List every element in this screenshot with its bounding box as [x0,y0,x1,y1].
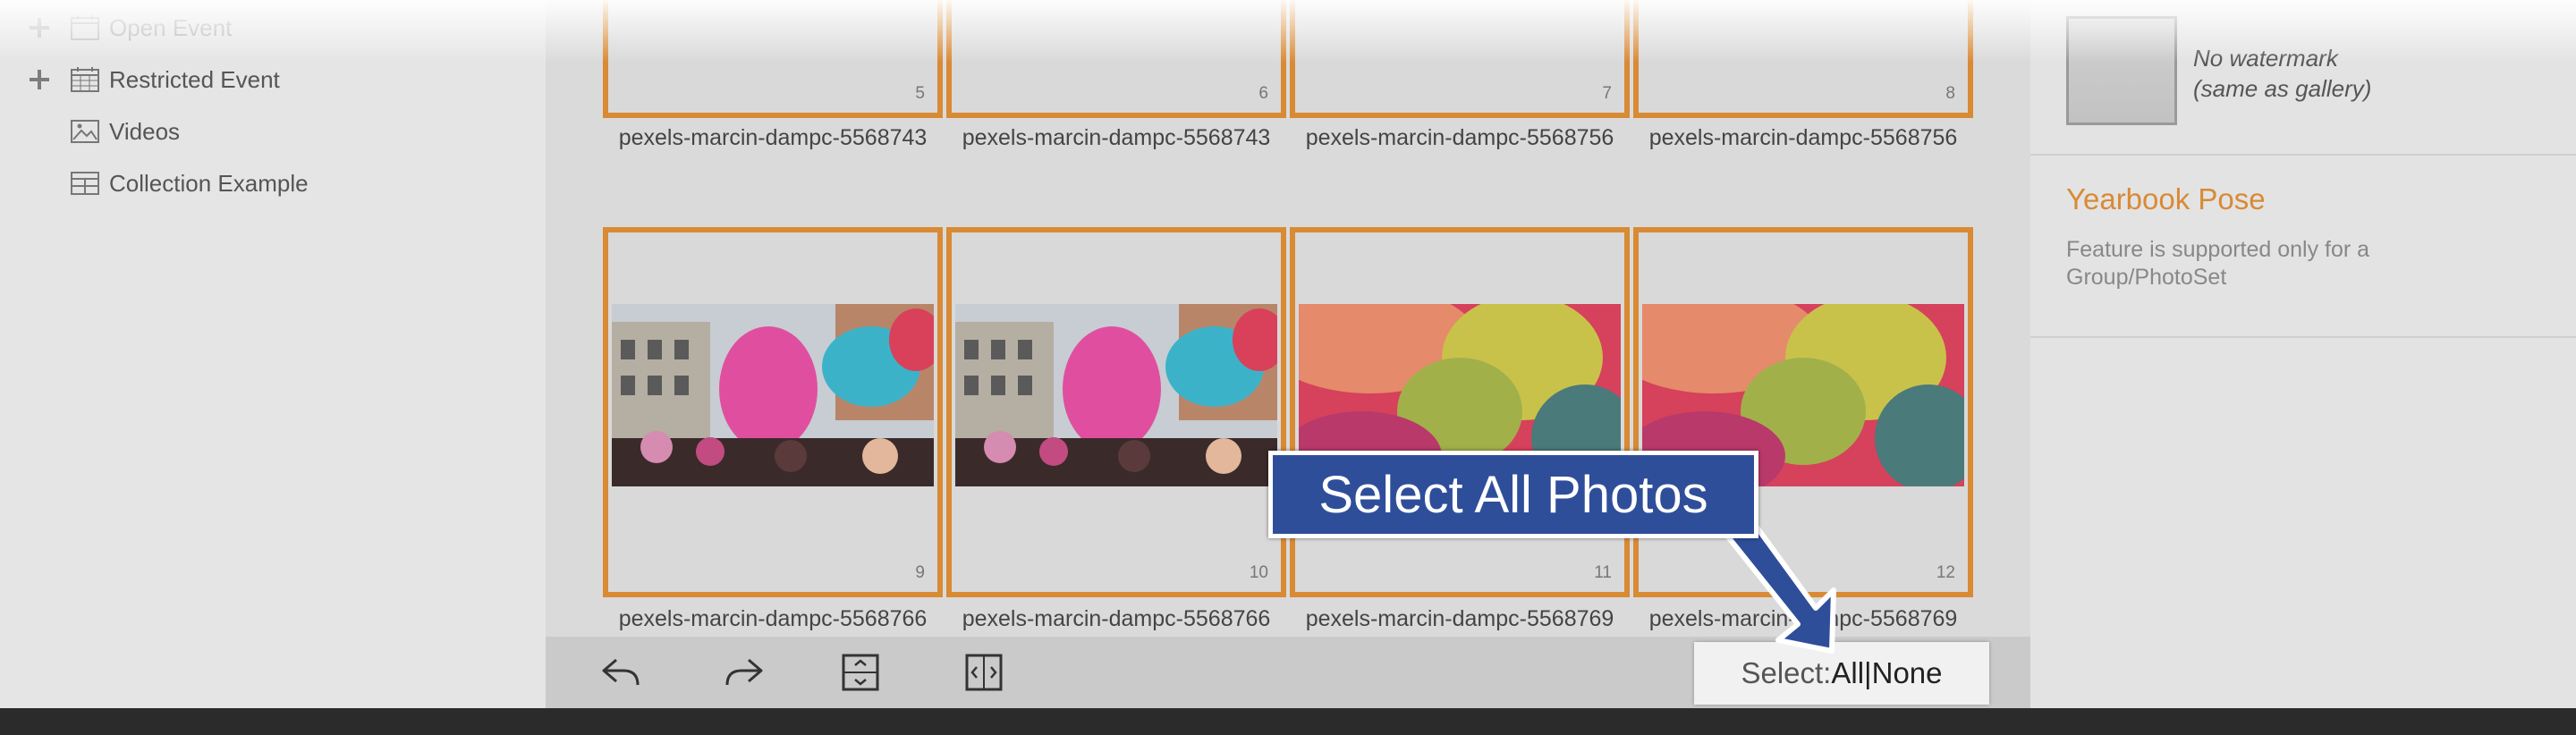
photo-number: 8 [1945,84,1955,103]
photo-tile[interactable]: 11 [1290,227,1630,597]
photo-caption: pexels-marcin-dampc-5568769 [1648,606,1958,631]
undo-button[interactable] [599,653,642,692]
photo-gallery: 5 6 7 8 pexels-marcin-dampc-5568743 pexe… [546,0,2030,637]
calendar-icon [71,67,99,92]
photo-caption: pexels-marcin-dampc-5568756 [1648,125,1958,150]
select-all-photos-callout: Select All Photos [1268,451,1758,538]
fit-horizontal-button[interactable] [962,653,1005,692]
fit-vertical-icon [842,654,879,691]
photo-caption: pexels-marcin-dampc-5568766 [962,606,1271,631]
watermark-description: No watermark (same as gallery) [2193,43,2371,104]
photo-caption: pexels-marcin-dampc-5568743 [618,125,928,150]
photo-tile[interactable]: 9 [603,227,943,597]
photo-caption: pexels-marcin-dampc-5568769 [1305,606,1614,631]
image-icon [71,120,99,143]
plus-icon[interactable] [27,67,52,92]
select-all-link[interactable]: All [1831,656,1864,690]
yearbook-pose-text: Feature is supported only for a Group/Ph… [2066,237,2370,290]
sidebar-item-label: Open Event [109,13,233,41]
footer-bar [0,708,2576,735]
photo-thumbnail [612,304,934,486]
watermark-line-1: No watermark [2193,45,2338,72]
sidebar-item-videos[interactable]: Videos [27,111,180,152]
watermark-thumbnail[interactable] [2066,16,2177,125]
photo-caption: pexels-marcin-dampc-5568743 [962,125,1271,150]
fit-vertical-button[interactable] [839,653,882,692]
sidebar-item-restricted-event[interactable]: Restricted Event [27,59,280,100]
sidebar-item-open-event[interactable]: Open Event [27,7,232,48]
photo-number: 9 [915,563,925,582]
select-separator: | [1864,656,1872,689]
photo-thumbnail [955,304,1277,486]
sidebar: Open Event Restricted Event Videos Colle… [0,0,546,708]
redo-icon [725,658,763,686]
photo-tile[interactable]: 10 [946,227,1286,597]
redo-button[interactable] [723,653,766,692]
panel-divider [2030,154,2576,156]
photo-tile[interactable]: 7 [1290,0,1630,118]
photo-tile[interactable]: 6 [946,0,1286,118]
yearbook-pose-title: Yearbook Pose [2066,182,2266,215]
panel-divider [2030,336,2576,338]
photo-caption: pexels-marcin-dampc-5568766 [618,606,928,631]
watermark-line-2: (same as gallery) [2193,75,2372,102]
photo-caption: pexels-marcin-dampc-5568756 [1305,125,1614,150]
photo-number: 11 [1594,563,1612,582]
photo-tile[interactable]: 8 [1633,0,1973,118]
sidebar-item-collection-example[interactable]: Collection Example [27,163,309,204]
plus-icon[interactable] [27,15,52,40]
photo-number: 6 [1258,84,1268,103]
select-none-link[interactable]: None [1872,656,1943,690]
photo-number: 12 [1936,563,1955,582]
photo-number: 10 [1249,563,1268,582]
properties-panel: No watermark (same as gallery) Yearbook … [2030,0,2576,708]
sidebar-item-label: Collection Example [109,169,309,197]
fit-horizontal-icon [965,654,1003,691]
photo-tile[interactable]: 12 [1633,227,1973,597]
collection-icon [71,172,99,195]
select-label: Select: [1741,656,1832,689]
photo-number: 5 [915,84,925,103]
photo-number: 7 [1602,84,1612,103]
calendar-icon [71,15,99,40]
sidebar-item-label: Videos [109,117,181,145]
select-control: Select: All | None [1694,642,1989,705]
photo-tile[interactable]: 5 [603,0,943,118]
sidebar-item-label: Restricted Event [109,65,280,93]
undo-icon [602,658,640,686]
